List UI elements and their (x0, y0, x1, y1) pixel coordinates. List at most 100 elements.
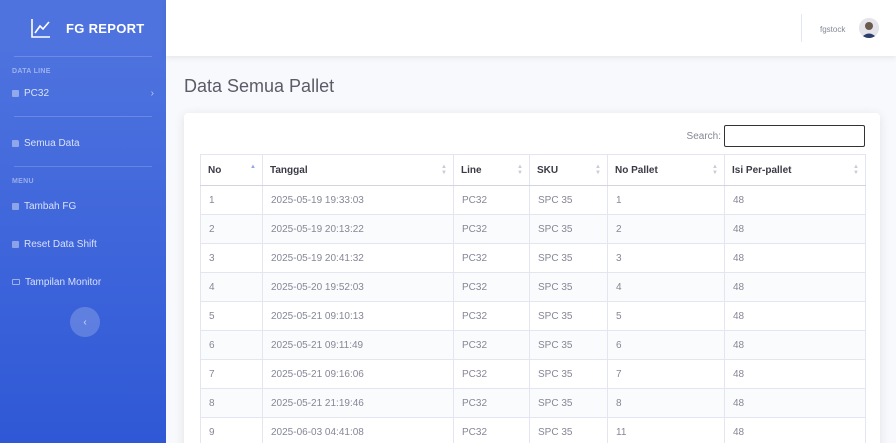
sidebar-item-semua-data[interactable]: Semua Data (0, 128, 166, 158)
cell-no: 2 (200, 214, 263, 244)
sort-icon: ▲ ▼ (517, 164, 523, 176)
avatar[interactable] (859, 18, 879, 38)
column-header-label: No (208, 164, 222, 176)
cell-no-pallet: 8 (607, 388, 725, 418)
sidebar-item-label: Reset Data Shift (24, 238, 97, 250)
cell-tanggal: 2025-05-21 09:10:13 (262, 301, 454, 331)
cell-no: 9 (200, 417, 263, 443)
cell-isi-per-pallet: 48 (724, 214, 866, 244)
sidebar-item-label: PC32 (24, 87, 50, 99)
topbar-divider (801, 14, 802, 42)
cell-no: 8 (200, 388, 263, 418)
brand[interactable]: FG REPORT (0, 0, 166, 56)
brand-title: FG REPORT (66, 20, 145, 36)
cell-isi-per-pallet: 48 (724, 243, 866, 273)
search-input[interactable] (724, 125, 865, 147)
cell-sku: SPC 35 (529, 185, 608, 215)
table-row: 6 2025-05-21 09:11:49 PC32 SPC 35 6 48 (200, 330, 866, 360)
table-row: 1 2025-05-19 19:33:03 PC32 SPC 35 1 48 (200, 185, 866, 215)
chart-line-icon (30, 17, 52, 39)
cell-sku: SPC 35 (529, 243, 608, 273)
cell-no: 1 (200, 185, 263, 215)
cell-isi-per-pallet: 48 (724, 417, 866, 443)
cell-tanggal: 2025-05-21 21:19:46 (262, 388, 454, 418)
cell-no-pallet: 4 (607, 272, 725, 302)
column-header-no-pallet[interactable]: No Pallet ▲ ▼ (607, 154, 725, 186)
cell-no-pallet: 2 (607, 214, 725, 244)
cell-line: PC32 (453, 272, 530, 302)
table-row: 3 2025-05-19 20:41:32 PC32 SPC 35 3 48 (200, 243, 866, 273)
sidebar-item-tambah-fg[interactable]: Tambah FG (0, 191, 166, 221)
cell-line: PC32 (453, 330, 530, 360)
column-header-label: No Pallet (615, 164, 658, 176)
cell-sku: SPC 35 (529, 214, 608, 244)
table-row: 4 2025-05-20 19:52:03 PC32 SPC 35 4 48 (200, 272, 866, 302)
cell-no-pallet: 5 (607, 301, 725, 331)
table-row: 8 2025-05-21 21:19:46 PC32 SPC 35 8 48 (200, 388, 866, 418)
username[interactable]: fgstock (820, 25, 845, 34)
cell-no-pallet: 1 (607, 185, 725, 215)
cell-line: PC32 (453, 243, 530, 273)
search-label: Search: (686, 130, 721, 142)
cell-line: PC32 (453, 301, 530, 331)
heading-menu: MENU (12, 178, 34, 185)
chevron-right-icon: › (150, 87, 154, 99)
column-header-isi-per-pallet[interactable]: Isi Per-pallet ▲ ▼ (724, 154, 866, 186)
column-header-sku[interactable]: SKU ▲ ▼ (529, 154, 608, 186)
cell-line: PC32 (453, 185, 530, 215)
sort-icon: ▲ ▼ (712, 164, 718, 176)
sidebar-toggle-button[interactable]: ‹ (70, 307, 100, 337)
cell-isi-per-pallet: 48 (724, 388, 866, 418)
cell-tanggal: 2025-05-21 09:16:06 (262, 359, 454, 389)
file-icon (12, 89, 19, 97)
cell-sku: SPC 35 (529, 359, 608, 389)
cell-line: PC32 (453, 359, 530, 389)
sort-icon: ▲ ▼ (853, 164, 859, 176)
file-icon (12, 202, 19, 210)
sidebar-item-reset-data-shift[interactable]: Reset Data Shift (0, 229, 166, 259)
column-header-tanggal[interactable]: Tanggal ▲ ▼ (262, 154, 454, 186)
column-header-label: Line (461, 164, 482, 176)
cell-line: PC32 (453, 388, 530, 418)
table-row: 9 2025-06-03 04:41:08 PC32 SPC 35 11 48 (200, 417, 866, 443)
sort-icon: ▲ ▼ (595, 164, 601, 176)
cell-sku: SPC 35 (529, 388, 608, 418)
folder-icon (12, 139, 19, 147)
cell-no: 4 (200, 272, 263, 302)
cell-tanggal: 2025-05-19 20:41:32 (262, 243, 454, 273)
column-header-line[interactable]: Line ▲ ▼ (453, 154, 530, 186)
column-header-no[interactable]: No ▲ (200, 154, 263, 186)
column-header-label: Isi Per-pallet (732, 164, 792, 176)
cell-no-pallet: 11 (607, 417, 725, 443)
sidebar: FG REPORT DATA LINE PC32 › Semua Data ME… (0, 0, 166, 443)
cell-isi-per-pallet: 48 (724, 272, 866, 302)
cell-tanggal: 2025-05-19 19:33:03 (262, 185, 454, 215)
table-row: 5 2025-05-21 09:10:13 PC32 SPC 35 5 48 (200, 301, 866, 331)
column-header-label: Tanggal (270, 164, 308, 176)
search-area: Search: (687, 125, 865, 147)
cell-no: 3 (200, 243, 263, 273)
sidebar-item-label: Tambah FG (24, 200, 77, 212)
table-row: 7 2025-05-21 09:16:06 PC32 SPC 35 7 48 (200, 359, 866, 389)
cell-tanggal: 2025-05-21 09:11:49 (262, 330, 454, 360)
sort-icon: ▲ ▼ (441, 164, 447, 176)
cell-sku: SPC 35 (529, 301, 608, 331)
cell-isi-per-pallet: 48 (724, 185, 866, 215)
table-row: 2 2025-05-19 20:13:22 PC32 SPC 35 2 48 (200, 214, 866, 244)
cell-line: PC32 (453, 417, 530, 443)
sidebar-item-tampilan-monitor[interactable]: Tampilan Monitor (0, 267, 166, 297)
user-icon (859, 18, 879, 38)
cell-isi-per-pallet: 48 (724, 359, 866, 389)
cell-no: 7 (200, 359, 263, 389)
sidebar-item-pc32[interactable]: PC32 › (0, 78, 166, 108)
sidebar-item-label: Tampilan Monitor (25, 276, 102, 288)
sidebar-divider (14, 116, 152, 117)
cell-no: 6 (200, 330, 263, 360)
cell-tanggal: 2025-05-19 20:13:22 (262, 214, 454, 244)
column-header-label: SKU (537, 164, 559, 176)
topbar: fgstock (166, 0, 896, 56)
cell-no-pallet: 3 (607, 243, 725, 273)
cell-no: 5 (200, 301, 263, 331)
cell-sku: SPC 35 (529, 417, 608, 443)
cell-sku: SPC 35 (529, 272, 608, 302)
